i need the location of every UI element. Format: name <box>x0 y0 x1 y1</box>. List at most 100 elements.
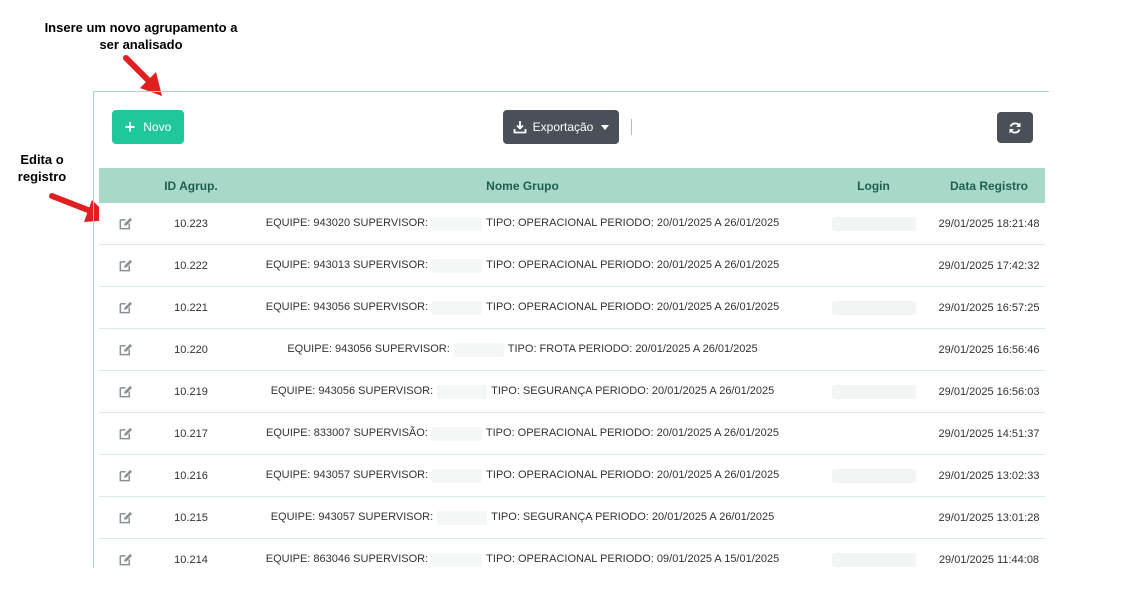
redacted-supervisor <box>432 300 483 315</box>
novo-button[interactable]: + Novo <box>112 110 184 144</box>
table-header: ID Agrup. Nome Grupo Login Data Registro <box>99 168 1045 203</box>
cell-equipe: EQUIPE: 943056 SUPERVISOR: <box>287 342 450 355</box>
cell-data-registro: 29/01/2025 17:42:32 <box>938 259 1040 272</box>
cell-login <box>814 216 933 231</box>
cell-login <box>814 384 933 399</box>
cell-equipe: EQUIPE: 943013 SUPERVISOR: <box>265 258 429 271</box>
novo-annotation: Insere um novo agrupamento a ser analisa… <box>44 20 238 52</box>
cell-login <box>814 427 933 441</box>
cell-login <box>814 511 933 525</box>
cell-nome-grupo: EQUIPE: 943020 SUPERVISOR: TIPO: OPERACIO… <box>231 216 814 231</box>
cell-tipo: TIPO: OPERACIONAL PERIODO: 09/01/2025 A … <box>486 552 780 565</box>
grouping-panel: + Novo Exportação ID Agrup. Nome Grupo L… <box>93 91 1049 568</box>
table-row[interactable]: 10.219 EQUIPE: 943056 SUPERVISOR: TIPO: S… <box>99 371 1045 413</box>
cell-data-registro: 29/01/2025 16:56:46 <box>938 343 1040 356</box>
cell-login <box>814 552 933 567</box>
table-row[interactable]: 10.214 EQUIPE: 863046 SUPERVISOR: TIPO: O… <box>99 539 1045 568</box>
cell-tipo: TIPO: OPERACIONAL PERIODO: 20/01/2025 A … <box>486 300 780 313</box>
cell-tipo: TIPO: SEGURANÇA PERIODO: 20/01/2025 A 26… <box>491 384 775 397</box>
redacted-supervisor <box>431 426 482 441</box>
table-row[interactable]: 10.215 EQUIPE: 943057 SUPERVISOR: TIPO: S… <box>99 497 1045 539</box>
col-header-id[interactable]: ID Agrup. <box>151 179 231 193</box>
cell-equipe: EQUIPE: 863046 SUPERVISOR: <box>265 552 429 565</box>
cell-nome-grupo: EQUIPE: 943057 SUPERVISOR: TIPO: SEGURANÇ… <box>231 510 814 525</box>
cell-equipe: EQUIPE: 943020 SUPERVISOR: <box>265 216 429 229</box>
col-header-nome[interactable]: Nome Grupo <box>231 179 814 193</box>
table-row[interactable]: 10.222 EQUIPE: 943013 SUPERVISOR: TIPO: O… <box>99 245 1045 287</box>
col-header-data[interactable]: Data Registro <box>933 179 1045 193</box>
redacted-supervisor <box>432 216 483 231</box>
cell-nome-grupo: EQUIPE: 943013 SUPERVISOR: TIPO: OPERACIO… <box>231 258 814 273</box>
cell-tipo: TIPO: OPERACIONAL PERIODO: 20/01/2025 A … <box>486 216 780 229</box>
redacted-supervisor <box>432 468 483 483</box>
redacted-login <box>831 468 916 483</box>
redacted-login <box>831 384 916 399</box>
redacted-supervisor <box>437 510 488 525</box>
table-row[interactable]: 10.221 EQUIPE: 943056 SUPERVISOR: TIPO: O… <box>99 287 1045 329</box>
cell-equipe: EQUIPE: 943056 SUPERVISOR: <box>265 300 429 313</box>
edit-icon[interactable] <box>118 300 133 315</box>
cell-id: 10.217 <box>174 427 208 440</box>
cell-tipo: TIPO: OPERACIONAL PERIODO: 20/01/2025 A … <box>486 258 780 271</box>
edit-icon[interactable] <box>118 426 133 441</box>
cell-login <box>814 468 933 483</box>
cell-id: 10.223 <box>174 217 208 230</box>
edit-icon[interactable] <box>118 342 133 357</box>
edit-annotation: Edita o registro <box>17 152 67 184</box>
cell-nome-grupo: EQUIPE: 943056 SUPERVISOR: TIPO: FROTA PE… <box>231 342 814 357</box>
edit-icon[interactable] <box>118 468 133 483</box>
export-button[interactable]: Exportação <box>503 110 619 144</box>
cell-nome-grupo: EQUIPE: 943056 SUPERVISOR: TIPO: SEGURANÇ… <box>231 384 814 399</box>
redacted-login <box>832 343 916 357</box>
cell-data-registro: 29/01/2025 16:57:25 <box>938 301 1040 314</box>
cell-data-registro: 29/01/2025 18:21:48 <box>938 217 1040 230</box>
cell-data-registro: 29/01/2025 13:01:28 <box>938 511 1040 524</box>
edit-icon[interactable] <box>118 510 133 525</box>
cell-data-registro: 29/01/2025 11:44:08 <box>938 553 1040 566</box>
col-header-login[interactable]: Login <box>814 179 933 193</box>
edit-icon[interactable] <box>118 552 133 567</box>
table-row[interactable]: 10.217 EQUIPE: 833007 SUPERVISÃO: TIPO: O… <box>99 413 1045 455</box>
table-row[interactable]: 10.220 EQUIPE: 943056 SUPERVISOR: TIPO: F… <box>99 329 1045 371</box>
cell-id: 10.221 <box>174 301 208 314</box>
cell-login <box>814 300 933 315</box>
table-row[interactable]: 10.223 EQUIPE: 943020 SUPERVISOR: TIPO: O… <box>99 203 1045 245</box>
cell-id: 10.216 <box>174 469 208 482</box>
export-button-label: Exportação <box>532 120 594 134</box>
redacted-login <box>832 511 916 525</box>
redacted-login <box>831 300 916 315</box>
cell-login <box>814 343 933 357</box>
cell-nome-grupo: EQUIPE: 943056 SUPERVISOR: TIPO: OPERACIO… <box>231 300 814 315</box>
cell-tipo: TIPO: FROTA PERIODO: 20/01/2025 A 26/01/… <box>507 342 758 355</box>
cell-tipo: TIPO: SEGURANÇA PERIODO: 20/01/2025 A 26… <box>491 510 775 523</box>
edit-icon[interactable] <box>118 384 133 399</box>
cell-equipe: EQUIPE: 943056 SUPERVISOR: <box>270 384 434 397</box>
cell-nome-grupo: EQUIPE: 863046 SUPERVISOR: TIPO: OPERACIO… <box>231 552 814 567</box>
cell-tipo: TIPO: OPERACIONAL PERIODO: 20/01/2025 A … <box>485 426 779 439</box>
cell-id: 10.222 <box>174 259 208 272</box>
cell-nome-grupo: EQUIPE: 943057 SUPERVISOR: TIPO: OPERACIO… <box>231 468 814 483</box>
redacted-login <box>831 216 916 231</box>
cell-tipo: TIPO: OPERACIONAL PERIODO: 20/01/2025 A … <box>486 468 780 481</box>
grouping-table: ID Agrup. Nome Grupo Login Data Registro… <box>99 168 1045 568</box>
table-row[interactable]: 10.216 EQUIPE: 943057 SUPERVISOR: TIPO: O… <box>99 455 1045 497</box>
redacted-supervisor <box>432 552 483 567</box>
cell-id: 10.219 <box>174 385 208 398</box>
edit-icon[interactable] <box>118 216 133 231</box>
table-body: 10.223 EQUIPE: 943020 SUPERVISOR: TIPO: O… <box>99 203 1045 568</box>
refresh-button[interactable] <box>997 112 1033 143</box>
download-icon <box>513 121 527 134</box>
cell-data-registro: 29/01/2025 14:51:37 <box>938 427 1040 440</box>
cell-data-registro: 29/01/2025 16:56:03 <box>938 385 1040 398</box>
plus-icon: + <box>124 117 136 137</box>
novo-button-label: Novo <box>143 120 172 134</box>
cell-id: 10.214 <box>174 553 208 566</box>
cell-equipe: EQUIPE: 943057 SUPERVISOR: <box>265 468 429 481</box>
redacted-supervisor <box>453 342 504 357</box>
redacted-login <box>832 259 916 273</box>
cell-login <box>814 259 933 273</box>
redacted-supervisor <box>432 258 483 273</box>
edit-icon[interactable] <box>118 258 133 273</box>
toolbar-divider <box>631 119 632 135</box>
redacted-supervisor <box>437 384 488 399</box>
